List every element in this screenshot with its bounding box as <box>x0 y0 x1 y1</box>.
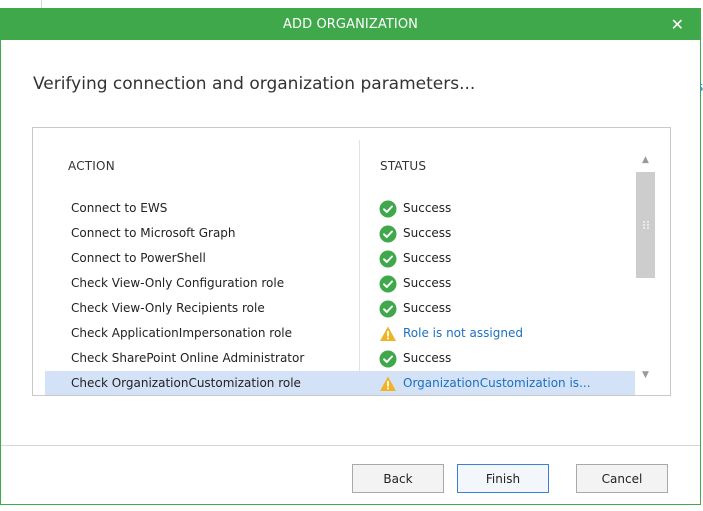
table-row[interactable]: Check View-Only Configuration role Succes… <box>45 271 635 296</box>
status-text: Success <box>403 226 452 240</box>
status-link[interactable]: OrganizationCustomization is... <box>403 371 591 395</box>
check-circle-icon <box>379 350 397 368</box>
table-row[interactable]: Check View-Only Recipients role Success <box>45 296 635 321</box>
page-heading: Verifying connection and organization pa… <box>33 74 476 94</box>
row-action: Check OrganizationCustomization role <box>71 376 301 390</box>
table-row[interactable]: Connect to Microsoft Graph Success <box>45 221 635 246</box>
check-circle-icon <box>379 200 397 218</box>
back-button[interactable]: Back <box>352 464 444 493</box>
column-header-action[interactable]: ACTION <box>68 159 115 173</box>
row-action: Check ApplicationImpersonation role <box>71 326 293 340</box>
dialog-title: ADD ORGANIZATION <box>283 17 418 32</box>
vertical-scrollbar[interactable]: ▲ ▼ <box>636 140 655 395</box>
close-button[interactable]: ✕ <box>671 9 684 40</box>
check-circle-icon <box>379 300 397 318</box>
table-row[interactable]: Check OrganizationCustomization role Orga… <box>45 371 635 395</box>
table-row[interactable]: Check SharePoint Online Administrator Suc… <box>45 346 635 371</box>
row-status: Success <box>379 246 451 271</box>
row-action: Check View-Only Configuration role <box>71 276 285 290</box>
row-status: Success <box>379 196 451 221</box>
check-circle-icon <box>379 225 397 243</box>
scroll-down-icon[interactable]: ▼ <box>636 365 655 385</box>
status-text: Success <box>403 201 452 215</box>
table-row[interactable]: Connect to PowerShell Success <box>45 246 635 271</box>
grip-icon <box>643 221 649 229</box>
status-text: Success <box>403 351 452 365</box>
finish-button[interactable]: Finish <box>457 464 549 493</box>
table-row[interactable]: Check ApplicationImpersonation role Role … <box>45 321 635 346</box>
row-action: Connect to Microsoft Graph <box>71 226 236 240</box>
warning-triangle-icon <box>379 375 397 393</box>
row-status: Success <box>379 271 451 296</box>
status-link[interactable]: Role is not assigned <box>403 321 523 346</box>
verification-table: ACTION STATUS Connect to EWS Success Conne… <box>32 127 671 396</box>
dialog-titlebar: ADD ORGANIZATION ✕ <box>1 9 700 40</box>
column-header-status[interactable]: STATUS <box>380 159 426 173</box>
row-status[interactable]: Role is not assigned <box>379 321 523 346</box>
check-circle-icon <box>379 275 397 293</box>
row-action: Connect to PowerShell <box>71 251 206 265</box>
add-organization-dialog: ADD ORGANIZATION ✕ Verifying connection … <box>0 8 701 505</box>
row-action: Check SharePoint Online Administrator <box>71 351 305 365</box>
row-status[interactable]: OrganizationCustomization is... <box>379 371 591 395</box>
footer-divider <box>1 445 700 446</box>
row-status: Success <box>379 346 451 371</box>
background-window <box>0 0 703 8</box>
scroll-up-icon[interactable]: ▲ <box>636 150 655 170</box>
status-text: Success <box>403 251 452 265</box>
scroll-thumb[interactable] <box>636 172 655 278</box>
table-row[interactable]: Connect to EWS Success <box>45 196 635 221</box>
background-divider <box>41 0 42 8</box>
status-text: Success <box>403 301 452 315</box>
row-action: Connect to EWS <box>71 201 168 215</box>
row-status: Success <box>379 296 451 321</box>
cancel-button[interactable]: Cancel <box>576 464 668 493</box>
row-action: Check View-Only Recipients role <box>71 301 265 315</box>
row-status: Success <box>379 221 451 246</box>
warning-triangle-icon <box>379 325 397 343</box>
status-text: Success <box>403 276 452 290</box>
check-circle-icon <box>379 250 397 268</box>
